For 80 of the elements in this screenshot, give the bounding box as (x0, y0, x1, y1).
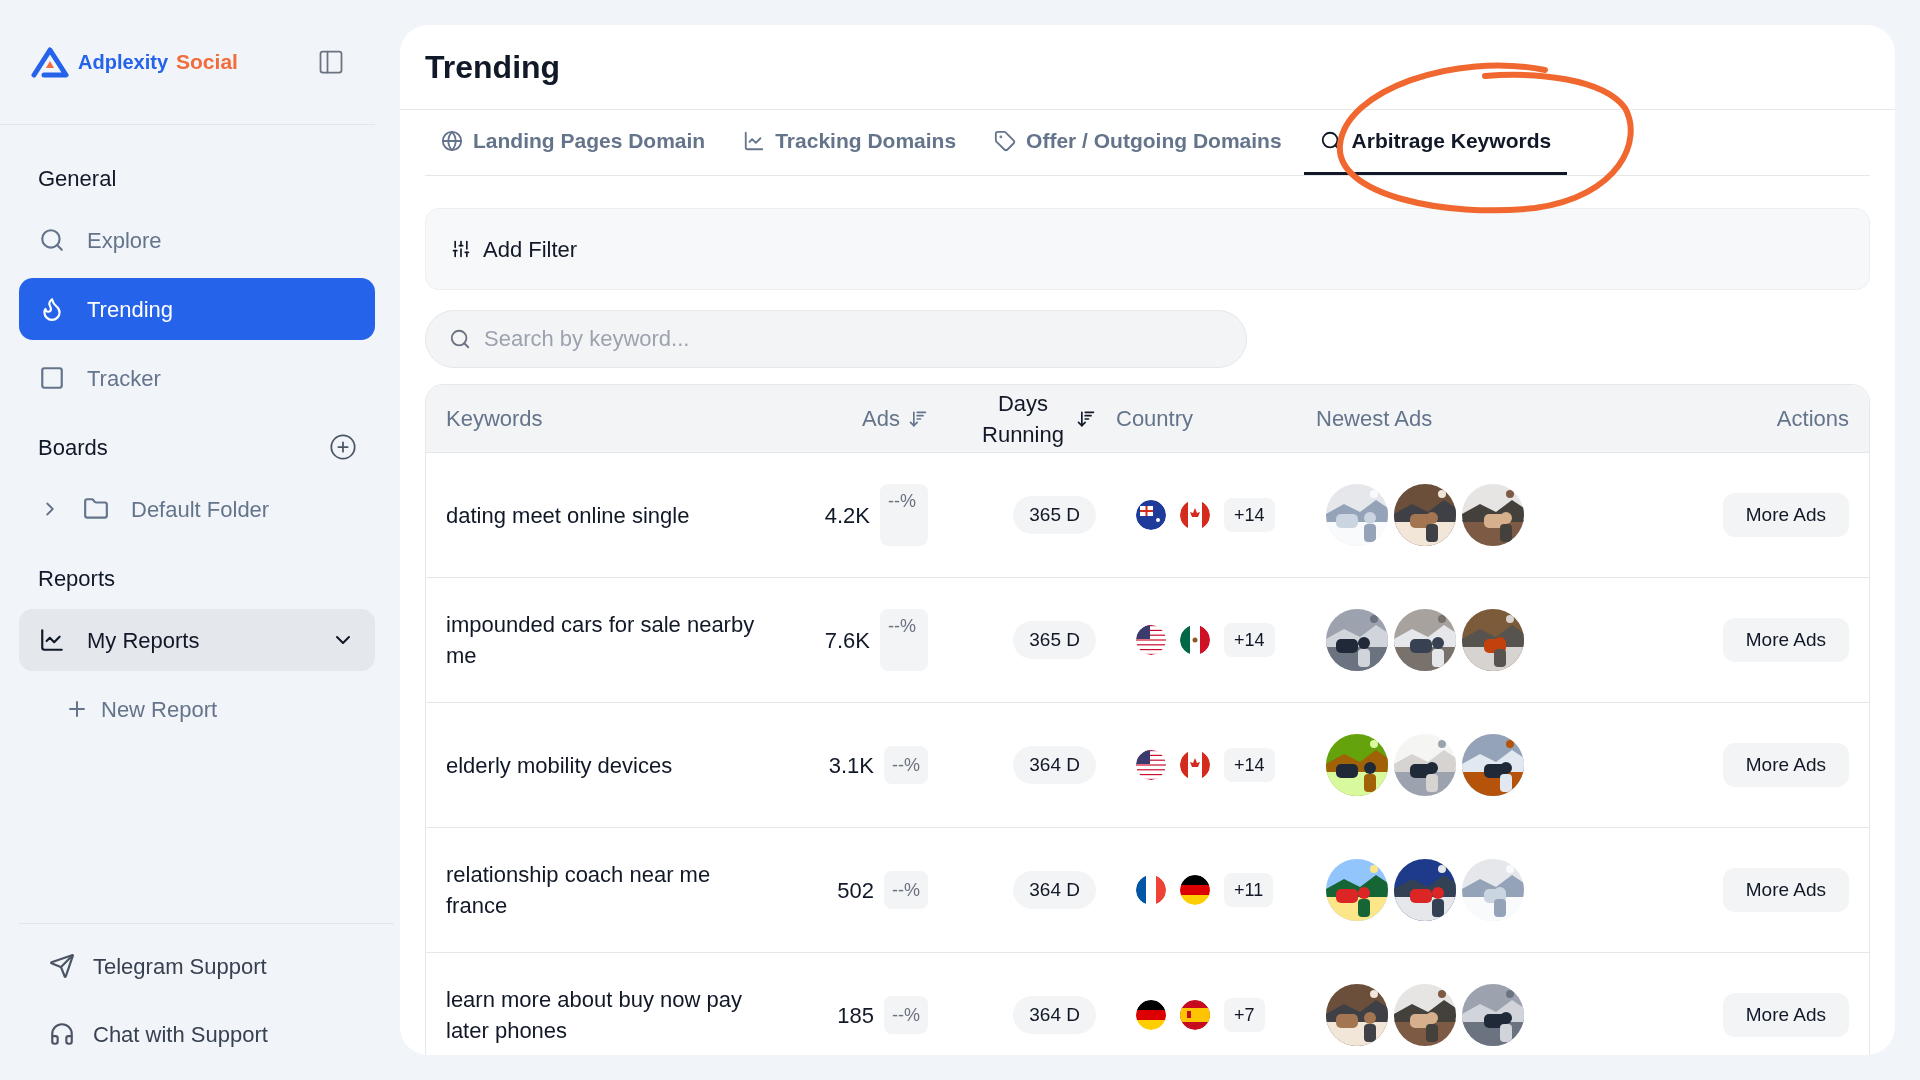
tab[interactable]: Offer / Outgoing Domains (978, 109, 1298, 175)
more-ads-button[interactable]: More Ads (1722, 618, 1849, 662)
column-header[interactable]: Days Running (978, 387, 1068, 450)
change-badge: --% (880, 609, 928, 671)
section-heading: Boards (38, 433, 108, 462)
plus-circle-icon (329, 433, 357, 461)
paper-plane-icon (49, 953, 75, 979)
flag-icon (1180, 1000, 1210, 1030)
sidebar-item[interactable]: My Reports (19, 609, 375, 671)
support-link[interactable]: Chat with Support (19, 1000, 394, 1068)
tab[interactable]: Tracking Domains (727, 109, 973, 175)
brand-name: Adplexity (78, 50, 169, 75)
keyword-cell-text: elderly mobility devices (445, 751, 674, 780)
more-countries-badge: +14 (1224, 623, 1275, 657)
sidebar-subitem[interactable]: New Report (19, 678, 375, 740)
headphones-icon (49, 1021, 75, 1047)
tab[interactable]: Landing Pages Domain (425, 109, 722, 175)
flag-icon (1180, 500, 1210, 530)
more-countries-badge: +14 (1224, 498, 1275, 532)
search-icon (449, 328, 471, 350)
panel-icon (317, 48, 345, 76)
more-countries-badge: +11 (1224, 873, 1274, 907)
ads-count: 7.6K (824, 626, 870, 655)
flag-icon (1136, 875, 1166, 905)
flag-icon (1136, 1000, 1166, 1030)
square-icon (39, 365, 65, 391)
search-icon (39, 227, 65, 253)
column-header: Newest Ads (1316, 405, 1433, 433)
tag-icon (994, 129, 1017, 152)
column-header: Country (1116, 405, 1194, 433)
section-heading: General (38, 164, 117, 193)
globe-icon (441, 129, 463, 152)
ads-count: 502 (837, 876, 874, 905)
support-link[interactable]: Telegram Support (19, 932, 394, 1000)
flag-icon (1180, 750, 1210, 780)
ads-count: 185 (837, 1001, 874, 1030)
days-badge: 365 D (1013, 496, 1096, 534)
keyword-cell-text: relationship coach near me france (445, 861, 712, 920)
add-board-button[interactable] (329, 433, 357, 461)
tab[interactable]: Arbitrage Keywords (1303, 109, 1568, 175)
ads-count: 3.1K (828, 751, 874, 780)
change-badge: --% (884, 996, 928, 1034)
more-countries-badge: +14 (1224, 748, 1275, 782)
column-header: Keywords (446, 405, 543, 433)
flag-icon (1180, 625, 1210, 655)
days-badge: 364 D (1013, 996, 1096, 1034)
logo-icon (30, 46, 70, 78)
line-chart-icon (39, 627, 65, 653)
days-badge: 364 D (1013, 746, 1096, 784)
column-header: Actions (1776, 405, 1849, 433)
more-ads-button[interactable]: More Ads (1722, 868, 1849, 912)
folder-icon (83, 496, 109, 522)
column-header[interactable]: Ads (862, 402, 900, 435)
sidebar-item[interactable]: Tracker (19, 347, 375, 409)
more-ads-button[interactable]: More Ads (1722, 493, 1849, 537)
flag-icon (1180, 875, 1210, 905)
change-badge: --% (880, 484, 928, 546)
keyword-cell-text: learn more about buy now pay later phones (445, 986, 743, 1045)
ads-count: 4.2K (824, 501, 870, 530)
change-badge: --% (884, 746, 928, 784)
search-field[interactable]: Search by keyword... (425, 310, 1247, 368)
sliders-icon (451, 239, 471, 259)
more-countries-badge: +7 (1224, 998, 1265, 1032)
flag-icon (1136, 500, 1166, 530)
keyword-cell-text: dating meet online single (445, 501, 691, 530)
sidebar-item[interactable]: Trending (19, 278, 375, 340)
page-title: Trending (425, 48, 561, 87)
section-heading: Reports (38, 564, 116, 593)
keyword-cell-text: impounded cars for sale nearby me (445, 611, 756, 670)
days-badge: 364 D (1013, 871, 1096, 909)
days-badge: 365 D (1013, 621, 1096, 659)
add-filter-button[interactable]: Add Filter (451, 232, 578, 266)
sidebar-toggle-button[interactable] (317, 48, 345, 76)
more-ads-button[interactable]: More Ads (1722, 743, 1849, 787)
sidebar-item[interactable]: Explore (19, 209, 375, 271)
line-chart-icon (743, 129, 766, 152)
change-badge: --% (884, 871, 928, 909)
more-ads-button[interactable]: More Ads (1722, 993, 1849, 1037)
sidebar-item[interactable]: Default Folder (19, 478, 375, 540)
brand-suffix: Social (176, 49, 238, 76)
